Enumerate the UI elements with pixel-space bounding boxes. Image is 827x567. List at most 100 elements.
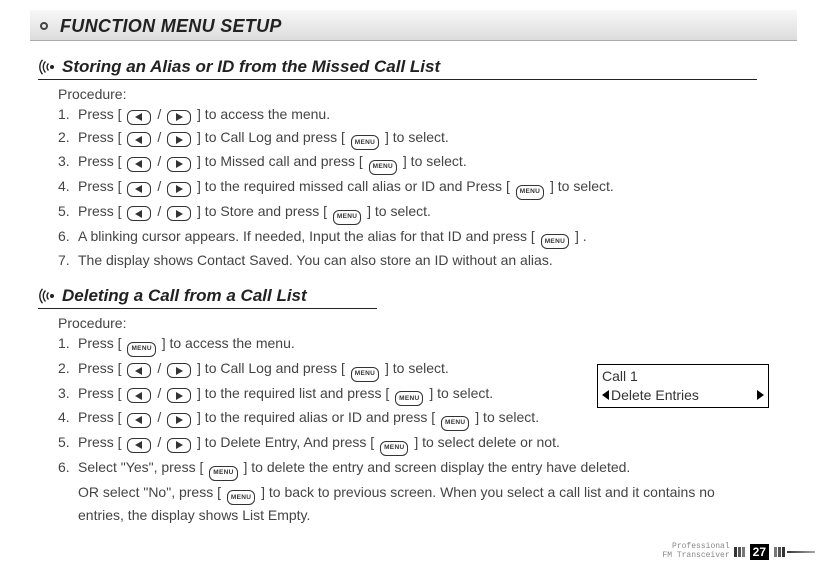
- step-row: Press [ / ] to Call Log and press [ MENU…: [58, 127, 757, 151]
- section-storing: Storing an Alias or ID from the Missed C…: [30, 57, 797, 272]
- step-text: Press [: [78, 385, 125, 401]
- step-row: Select "Yes", press [ MENU ] to delete t…: [58, 457, 757, 481]
- page-number: 27: [750, 544, 769, 560]
- step-text: /: [153, 203, 165, 219]
- step-text: ] to select.: [425, 385, 493, 401]
- step-text: ] to select delete or not.: [410, 434, 559, 450]
- menu-key-icon: MENU: [209, 466, 237, 481]
- step-text: Press [: [78, 106, 125, 122]
- step-text: ] to the required alias or ID and press …: [193, 409, 439, 425]
- step-text: ] to select.: [471, 409, 539, 425]
- step-row: Press [ / ] to Missed call and press [ M…: [58, 151, 757, 175]
- menu-key-icon: MENU: [369, 160, 397, 175]
- step-text: Select "Yes", press [: [78, 459, 207, 475]
- right-triangle-icon: [757, 390, 764, 400]
- procedure-block-2: Procedure: Press [ MENU ] to access the …: [58, 315, 757, 527]
- section-title: Deleting a Call from a Call List: [62, 286, 307, 306]
- menu-key-icon: MENU: [541, 234, 569, 249]
- step-text: /: [153, 360, 165, 376]
- step-text: ] to the required missed call alias or I…: [193, 178, 514, 194]
- right-arrow-key-icon: [167, 388, 191, 403]
- step-row: The display shows Contact Saved. You can…: [58, 250, 757, 272]
- menu-key-icon: MENU: [441, 416, 469, 431]
- step-text: ] to Call Log and press [: [193, 129, 349, 145]
- step-text: /: [153, 106, 165, 122]
- step-text: The display shows Contact Saved. You can…: [78, 252, 553, 268]
- step-list-1: Press [ / ] to access the menu. Press [ …: [58, 104, 757, 272]
- menu-key-icon: MENU: [516, 185, 544, 200]
- step-row: Press [ / ] to the required alias or ID …: [58, 407, 757, 431]
- menu-key-icon: MENU: [351, 367, 379, 382]
- right-arrow-key-icon: [167, 157, 191, 172]
- menu-key-icon: MENU: [351, 135, 379, 150]
- subheader-deleting: Deleting a Call from a Call List: [38, 286, 377, 309]
- step-text: Press [: [78, 360, 125, 376]
- step-text: ] to select.: [399, 153, 467, 169]
- step-text: ] to Call Log and press [: [193, 360, 349, 376]
- callout-text: Delete Entries: [611, 386, 699, 405]
- left-arrow-key-icon: [127, 132, 151, 147]
- step-text: ] to select.: [546, 178, 614, 194]
- header-bullet-icon: [40, 22, 48, 30]
- step-text: ] to select.: [363, 203, 431, 219]
- step-text: A blinking cursor appears. If needed, In…: [78, 228, 539, 244]
- left-triangle-icon: [602, 390, 609, 400]
- step-text: ] to Missed call and press [: [193, 153, 367, 169]
- left-arrow-key-icon: [127, 413, 151, 428]
- step-text: Press [: [78, 409, 125, 425]
- step-text: /: [153, 178, 165, 194]
- step-text: /: [153, 385, 165, 401]
- step-text: Press [: [78, 153, 125, 169]
- left-arrow-key-icon: [127, 182, 151, 197]
- procedure-block-1: Procedure: Press [ / ] to access the men…: [58, 86, 757, 272]
- signal-icon: [38, 58, 56, 76]
- step-text: ] .: [571, 228, 587, 244]
- step-text: Press [: [78, 335, 125, 351]
- right-arrow-key-icon: [167, 206, 191, 221]
- right-arrow-key-icon: [167, 110, 191, 125]
- left-arrow-key-icon: [127, 438, 151, 453]
- step-continuation: OR select "No", press [ MENU ] to back t…: [58, 482, 757, 527]
- step-row: Press [ / ] to the required missed call …: [58, 176, 757, 200]
- page-header: FUNCTION MENU SETUP: [30, 10, 797, 41]
- step-text: ] to access the menu.: [193, 106, 330, 122]
- step-text: /: [153, 129, 165, 145]
- step-text: ] to Store and press [: [193, 203, 331, 219]
- procedure-label: Procedure:: [58, 315, 757, 331]
- procedure-label: Procedure:: [58, 86, 757, 102]
- step-text: ] to select.: [381, 360, 449, 376]
- step-text: ] to Delete Entry, And press [: [193, 434, 378, 450]
- menu-key-icon: MENU: [333, 210, 361, 225]
- right-arrow-key-icon: [167, 413, 191, 428]
- step-row: Press [ / ] to Delete Entry, And press […: [58, 432, 757, 456]
- footer-stripe-icon: [773, 547, 815, 557]
- right-arrow-key-icon: [167, 132, 191, 147]
- menu-key-icon: MENU: [395, 391, 423, 406]
- callout-line2: Delete Entries: [602, 386, 764, 405]
- step-text: ] to select.: [381, 129, 449, 145]
- step-text: /: [153, 153, 165, 169]
- step-text: /: [153, 409, 165, 425]
- right-arrow-key-icon: [167, 363, 191, 378]
- step-text: Press [: [78, 434, 125, 450]
- step-row: Press [ MENU ] to access the menu.: [58, 333, 757, 357]
- left-arrow-key-icon: [127, 388, 151, 403]
- step-row: A blinking cursor appears. If needed, In…: [58, 226, 757, 250]
- step-text: Press [: [78, 203, 125, 219]
- step-text: Press [: [78, 178, 125, 194]
- menu-key-icon: MENU: [227, 490, 255, 505]
- step-text: ] to delete the entry and screen display…: [240, 459, 631, 475]
- menu-key-icon: MENU: [380, 441, 408, 456]
- footer-text: Professional FM Transceiver: [662, 543, 729, 561]
- menu-key-icon: MENU: [127, 342, 155, 357]
- step-text: ] to access the menu.: [158, 335, 295, 351]
- footer-stripe-icon: [734, 547, 746, 557]
- right-arrow-key-icon: [167, 182, 191, 197]
- page-title: FUNCTION MENU SETUP: [60, 16, 282, 37]
- step-text: Press [: [78, 129, 125, 145]
- left-arrow-key-icon: [127, 157, 151, 172]
- step-text: ] to the required list and press [: [193, 385, 393, 401]
- left-arrow-key-icon: [127, 110, 151, 125]
- subheader-storing: Storing an Alias or ID from the Missed C…: [38, 57, 757, 80]
- signal-icon: [38, 287, 56, 305]
